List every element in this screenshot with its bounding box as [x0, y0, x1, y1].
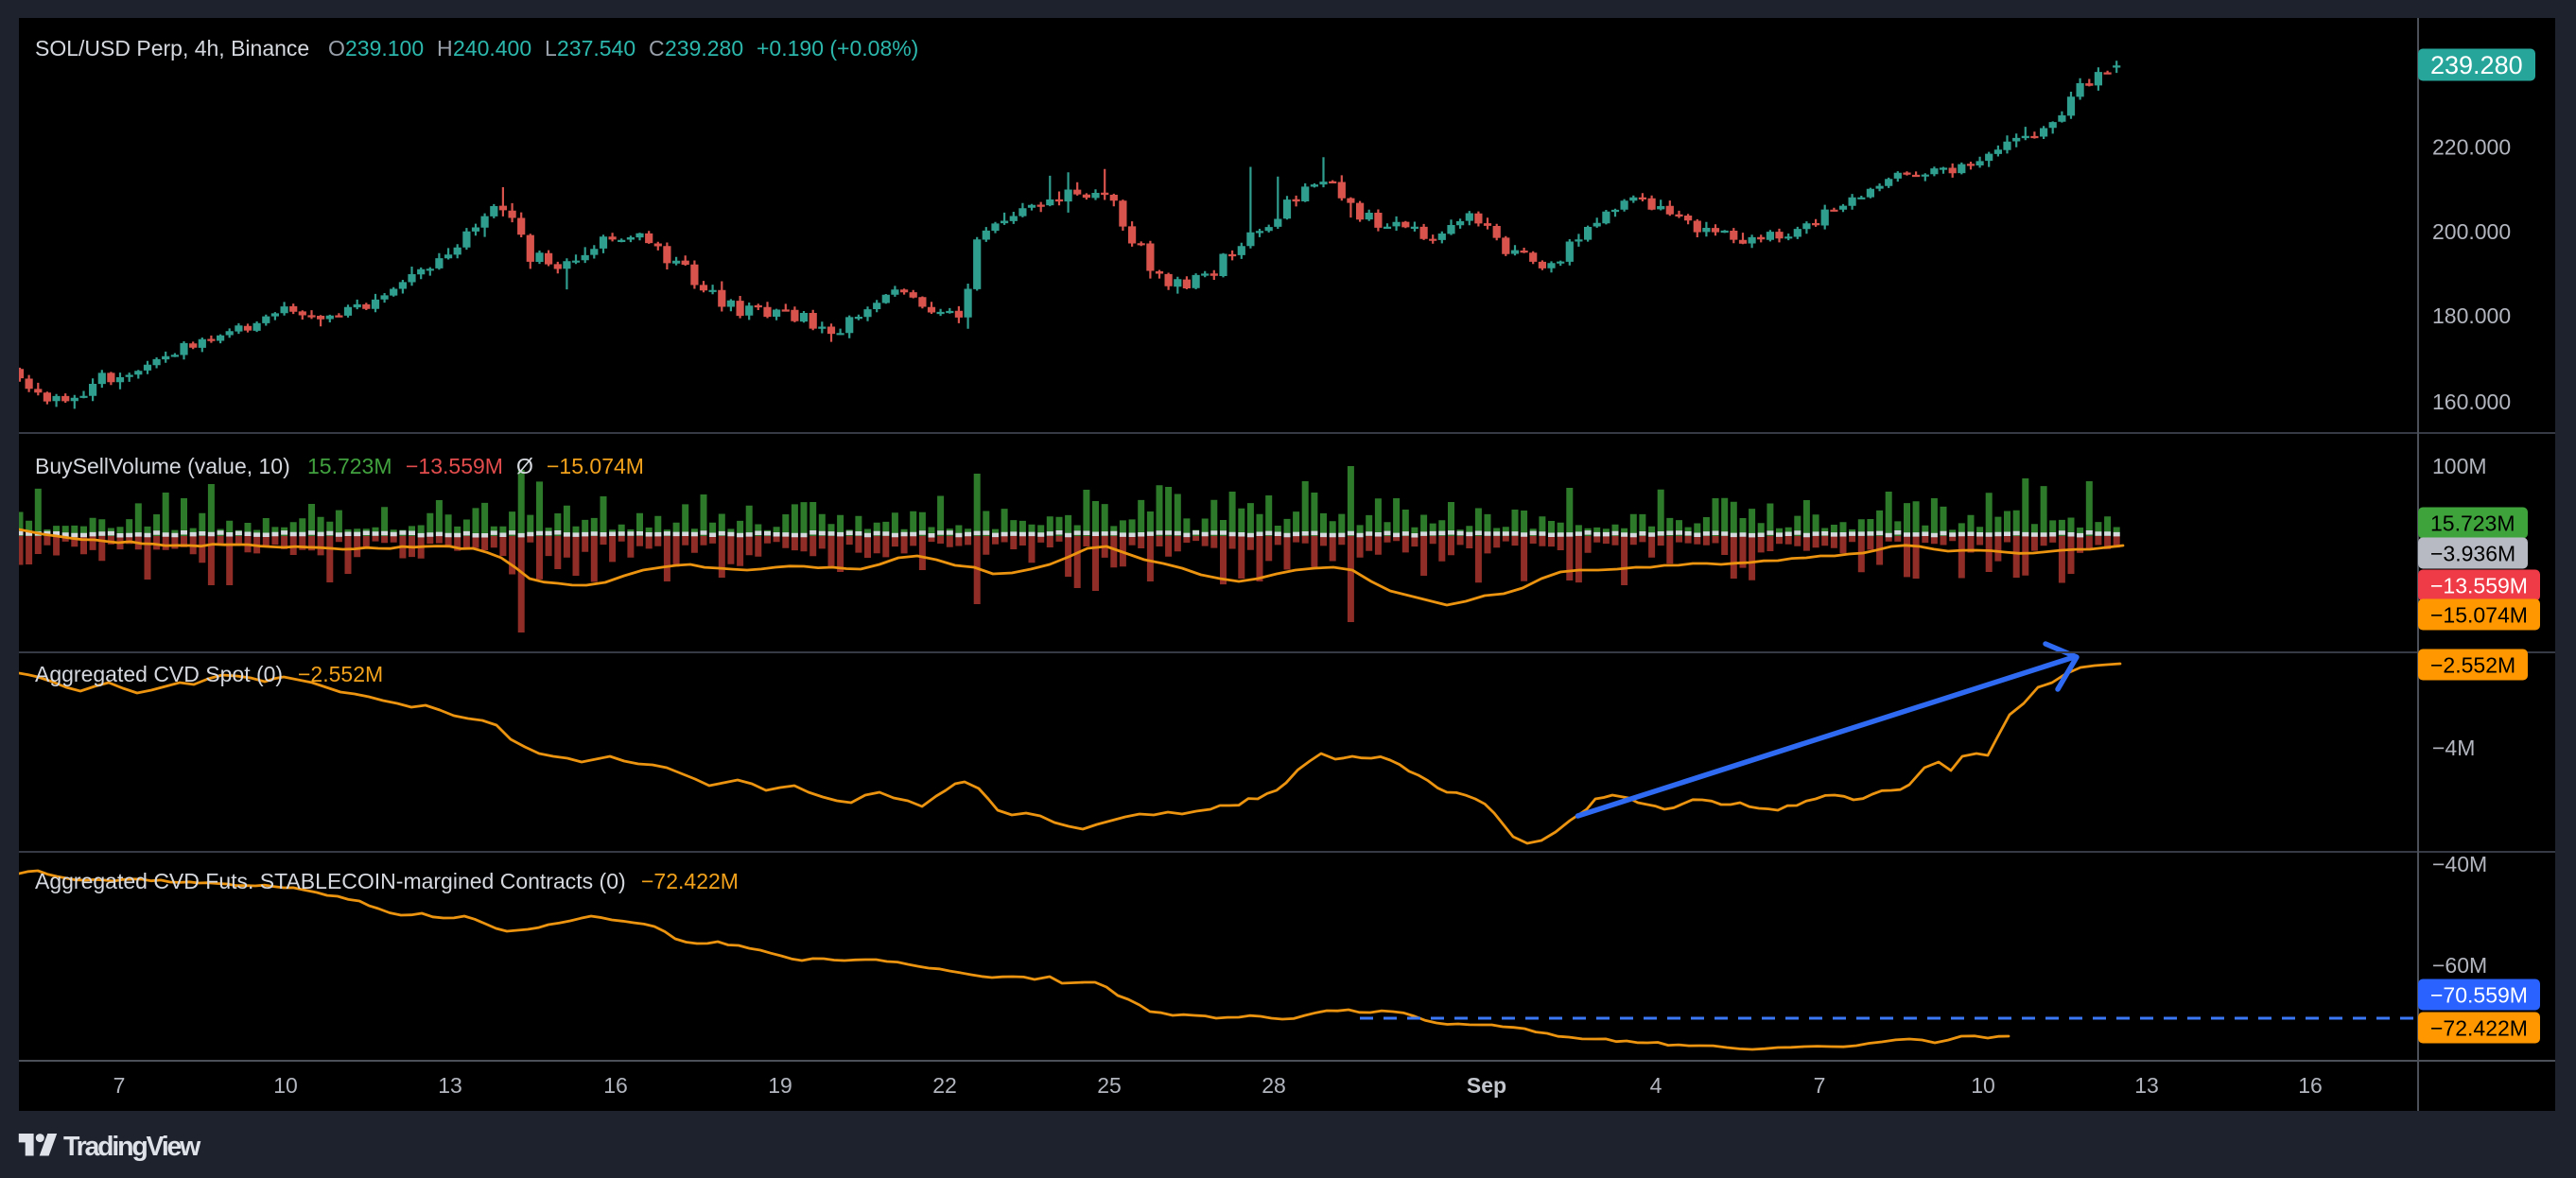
svg-text:−72.422M: −72.422M — [2430, 1015, 2528, 1040]
svg-text:240.400: 240.400 — [453, 36, 531, 61]
svg-text:4: 4 — [1650, 1073, 1662, 1098]
svg-text:15.723M: 15.723M — [307, 454, 392, 478]
svg-text:13: 13 — [2134, 1073, 2159, 1098]
svg-text:10: 10 — [1971, 1073, 1995, 1098]
svg-text:7: 7 — [1814, 1073, 1826, 1098]
svg-text:22: 22 — [932, 1073, 957, 1098]
svg-text:TradingView: TradingView — [63, 1132, 201, 1162]
svg-text:237.540: 237.540 — [557, 36, 635, 61]
svg-text:−3.936M: −3.936M — [2430, 541, 2515, 565]
svg-text:L: L — [545, 36, 557, 61]
svg-text:−72.422M: −72.422M — [641, 869, 739, 893]
svg-text:239.100: 239.100 — [345, 36, 424, 61]
svg-text:7: 7 — [113, 1073, 126, 1098]
svg-text:H: H — [437, 36, 453, 61]
svg-text:220.000: 220.000 — [2432, 135, 2511, 160]
svg-text:239.280: 239.280 — [2430, 51, 2523, 79]
svg-text:−70.559M: −70.559M — [2430, 982, 2528, 1007]
svg-text:C: C — [649, 36, 665, 61]
svg-text:−13.559M: −13.559M — [406, 454, 503, 478]
svg-text:−13.559M: −13.559M — [2430, 573, 2528, 598]
svg-text:O: O — [328, 36, 345, 61]
svg-text:−15.074M: −15.074M — [547, 454, 644, 478]
svg-text:−15.074M: −15.074M — [2430, 602, 2528, 627]
svg-text:160.000: 160.000 — [2432, 390, 2511, 414]
svg-text:19: 19 — [768, 1073, 792, 1098]
svg-text:13: 13 — [438, 1073, 462, 1098]
svg-text:Aggregated CVD Futs. STABLECOI: Aggregated CVD Futs. STABLECOIN-margined… — [35, 869, 626, 893]
svg-text:−2.552M: −2.552M — [2430, 652, 2515, 677]
svg-text:Aggregated CVD Spot (0): Aggregated CVD Spot (0) — [35, 662, 283, 686]
svg-text:25: 25 — [1097, 1073, 1122, 1098]
svg-text:−40M: −40M — [2432, 852, 2487, 876]
svg-text:−60M: −60M — [2432, 953, 2487, 978]
svg-text:180.000: 180.000 — [2432, 303, 2511, 328]
svg-text:−2.552M: −2.552M — [298, 662, 383, 686]
svg-text:100M: 100M — [2432, 454, 2487, 478]
svg-text:−4M: −4M — [2432, 736, 2475, 760]
svg-text:BuySellVolume (value, 10): BuySellVolume (value, 10) — [35, 454, 290, 478]
svg-text:16: 16 — [603, 1073, 628, 1098]
svg-text:15.723M: 15.723M — [2430, 511, 2515, 535]
svg-text:+0.190 (+0.08%): +0.190 (+0.08%) — [757, 36, 918, 61]
svg-text:Sep: Sep — [1467, 1073, 1506, 1098]
svg-text:28: 28 — [1262, 1073, 1286, 1098]
svg-text:200.000: 200.000 — [2432, 219, 2511, 244]
svg-text:239.280: 239.280 — [665, 36, 743, 61]
svg-text:SOL/USD Perp, 4h, Binance: SOL/USD Perp, 4h, Binance — [35, 36, 309, 61]
svg-text:10: 10 — [273, 1073, 298, 1098]
svg-text:16: 16 — [2298, 1073, 2323, 1098]
svg-text:Ø: Ø — [516, 454, 533, 478]
